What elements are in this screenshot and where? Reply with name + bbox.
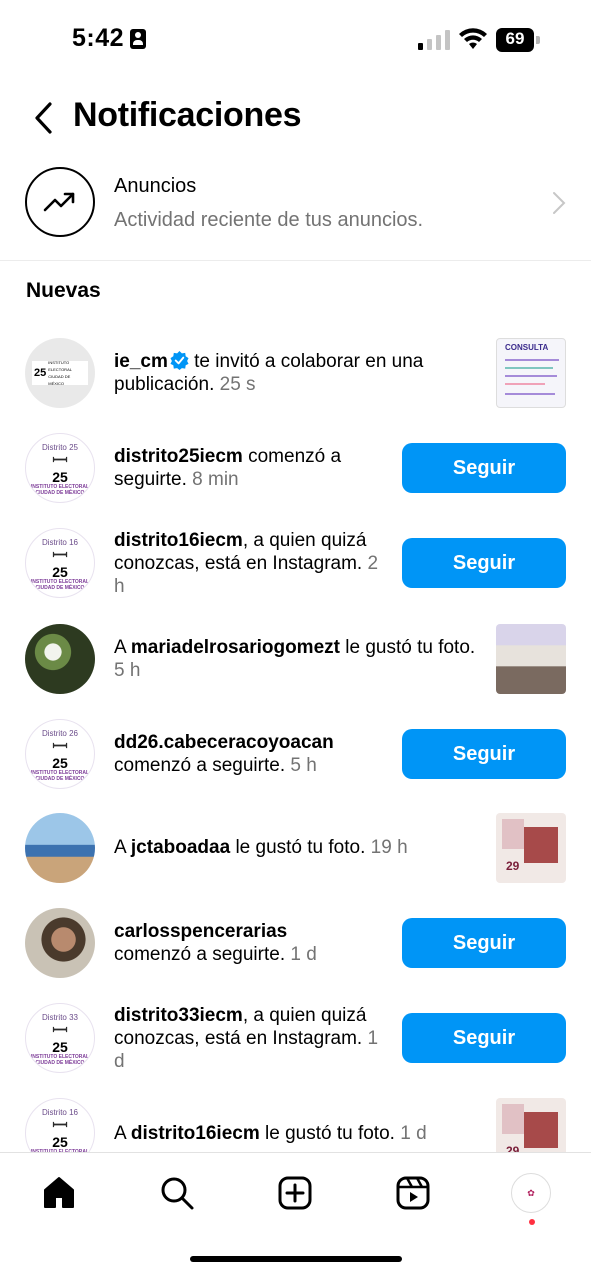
search-icon[interactable] [159,1175,195,1211]
notification-item[interactable]: Distrito 25 ꟷ 25 INSTITUTO ELECTORAL CIUDAD… [0,433,591,523]
back-chevron-icon[interactable] [30,100,58,136]
battery-icon: 69 [496,28,540,52]
avatar-ie-cm[interactable]: 25 INSTITUTO ELECTORAL CIUDAD DE MÉXICO [25,338,95,408]
username[interactable]: distrito16iecm [131,1123,260,1144]
notification-text: carlosspencerarias comenzó a seguirte. 1… [114,921,317,965]
username[interactable]: ie_cm [114,351,168,372]
ads-subtitle: Actividad reciente de tus anuncios. [114,209,424,231]
username[interactable]: dd26.cabeceracoyoacan [114,732,334,753]
notification-text: distrito33iecm, a quien quizá conozcas, … [114,1005,379,1072]
verified-badge-icon [170,351,189,370]
timestamp: 5 h [290,755,317,776]
notification-text: A mariadelrosariogomezt le gustó tu foto… [114,637,476,681]
trending-up-icon [43,192,75,212]
avatar-jctaboadaa[interactable] [25,813,95,883]
clock: 5:42 [72,24,125,52]
section-title-new: Nuevas [26,279,101,302]
notification-text: distrito25iecm comenzó a seguirte. 8 min [114,446,342,490]
reels-icon[interactable] [395,1175,431,1211]
profile-avatar[interactable]: ✿ [511,1173,551,1213]
wifi-icon [459,28,487,49]
notification-text: dd26.cabeceracoyoacan comenzó a seguirte… [114,732,334,776]
avatar-carlosspencerarias[interactable] [25,908,95,978]
notification-item[interactable]: Distrito 26 ꟷ 25 INSTITUTO ELECTORAL CIUDAD… [0,719,591,809]
follow-button[interactable]: Seguir [402,1013,566,1063]
ads-activity-row[interactable]: Anuncios Actividad reciente de tus anunc… [0,162,591,252]
chevron-right-icon [553,192,566,214]
notification-item[interactable]: Distrito 16ꟷ25INSTITUTO ELECTORAL CIUDAD… [0,528,591,618]
cellular-signal-icon [418,30,450,50]
follow-button[interactable]: Seguir [402,443,566,493]
notification-text: A jctaboadaa le gustó tu foto. 19 h [114,837,408,858]
username[interactable]: distrito25iecm [114,446,243,467]
timestamp: 8 min [192,469,239,490]
notification-text: distrito16iecm, a quien quizá conozcas, … [114,530,379,597]
username[interactable]: distrito33iecm [114,1005,243,1026]
notification-text: A distrito16iecm le gustó tu foto. 1 d [114,1123,427,1144]
home-indicator [190,1256,402,1262]
notification-item[interactable]: Distrito 16ꟷ25INSTITUTO ELECTORAL CIUDAD… [0,1098,591,1152]
thumbnail-title: CONSULTA [505,343,549,352]
notification-text: ie_cm te invitó a colaborar en una publi… [114,351,424,395]
username[interactable]: mariadelrosariogomezt [131,637,340,658]
header: Notificaciones [0,90,591,150]
post-thumbnail[interactable]: 29 [496,1098,566,1152]
follow-button[interactable]: Seguir [402,918,566,968]
avatar-mariadelrosariogomezt[interactable] [25,624,95,694]
post-thumbnail[interactable] [496,624,566,694]
notification-item[interactable]: A jctaboadaa le gustó tu foto. 19 h 29 [0,813,591,903]
follow-button[interactable]: Seguir [402,729,566,779]
notification-dot [529,1219,535,1225]
notification-item[interactable]: A mariadelrosariogomezt le gustó tu foto… [0,624,591,714]
avatar-dd26-cabeceracoyoacan[interactable]: Distrito 26 ꟷ 25 INSTITUTO ELECTORAL CIUDAD… [25,719,95,789]
post-thumbnail[interactable]: 29 [496,813,566,883]
username[interactable]: carlosspencerarias [114,921,287,942]
avatar-distrito16iecm[interactable]: Distrito 16ꟷ25INSTITUTO ELECTORAL CIUDAD… [25,1098,95,1152]
avatar-distrito16iecm[interactable]: Distrito 16ꟷ25INSTITUTO ELECTORAL CIUDAD… [25,528,95,598]
focus-id-icon [130,28,147,49]
divider [0,260,591,261]
notification-item[interactable]: carlosspencerarias comenzó a seguirte. 1… [0,908,591,998]
avatar-distrito33iecm[interactable]: Distrito 33 ꟷ 25 INSTITUTO ELECTORAL CIUDAD… [25,1003,95,1073]
notification-item[interactable]: Distrito 33 ꟷ 25 INSTITUTO ELECTORAL CIUDAD… [0,1003,591,1093]
status-bar: 5:42 69 [0,0,591,80]
notification-item[interactable]: 25 INSTITUTO ELECTORAL CIUDAD DE MÉXICO i… [0,338,591,428]
battery-level: 69 [505,29,525,48]
status-time: 5:42 [72,24,147,53]
timestamp: 19 h [370,837,408,858]
timestamp: 5 h [114,660,141,681]
timestamp: 1 d [400,1123,427,1144]
username[interactable]: distrito16iecm [114,530,243,551]
avatar-distrito25iecm[interactable]: Distrito 25 ꟷ 25 INSTITUTO ELECTORAL CIUDAD… [25,433,95,503]
timestamp: 1 d [290,944,317,965]
page-title: Notificaciones [73,96,302,134]
timestamp: 25 s [219,374,256,395]
home-icon[interactable] [41,1175,77,1211]
post-thumbnail[interactable]: CONSULTA [496,338,566,408]
ads-title: Anuncios [114,175,197,197]
ads-trend-icon-container [25,167,95,237]
create-post-icon[interactable] [277,1175,313,1211]
username[interactable]: jctaboadaa [131,837,230,858]
follow-button[interactable]: Seguir [402,538,566,588]
